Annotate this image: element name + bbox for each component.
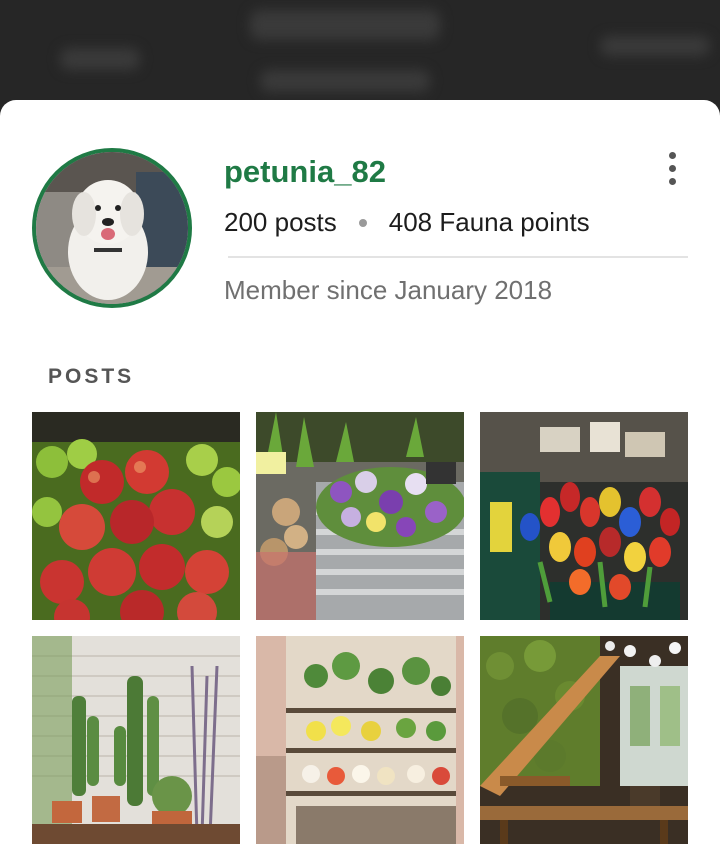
cafe-interior-photo	[480, 636, 688, 844]
profile-sheet: petunia_82 200 posts 408 Fauna points Me…	[0, 100, 720, 860]
divider	[228, 256, 688, 258]
tulips-market-photo	[480, 412, 688, 620]
cactus-shop-photo	[32, 636, 240, 844]
post-flower-shop[interactable]	[256, 636, 464, 844]
pansies-basket-photo	[256, 412, 464, 620]
post-cacti[interactable]	[32, 636, 240, 844]
member-since: Member since January 2018	[224, 275, 553, 305]
dog-photo	[36, 152, 188, 304]
post-apples[interactable]	[32, 412, 240, 620]
post-pansies[interactable]	[256, 412, 464, 620]
post-tulips[interactable]	[480, 412, 688, 620]
username: petunia_82	[224, 154, 386, 189]
post-cafe[interactable]	[480, 636, 688, 844]
fauna-points: 408 Fauna points	[388, 207, 590, 237]
apples-photo	[32, 412, 240, 620]
posts-count: 200 posts	[224, 207, 337, 237]
flower-shop-photo	[256, 636, 464, 844]
more-vert-icon[interactable]	[656, 148, 688, 188]
posts-section-label: POSTS	[48, 365, 135, 388]
separator-dot	[358, 218, 367, 227]
avatar[interactable]	[32, 148, 192, 308]
profile-stats: 200 posts 408 Fauna points	[224, 207, 590, 238]
